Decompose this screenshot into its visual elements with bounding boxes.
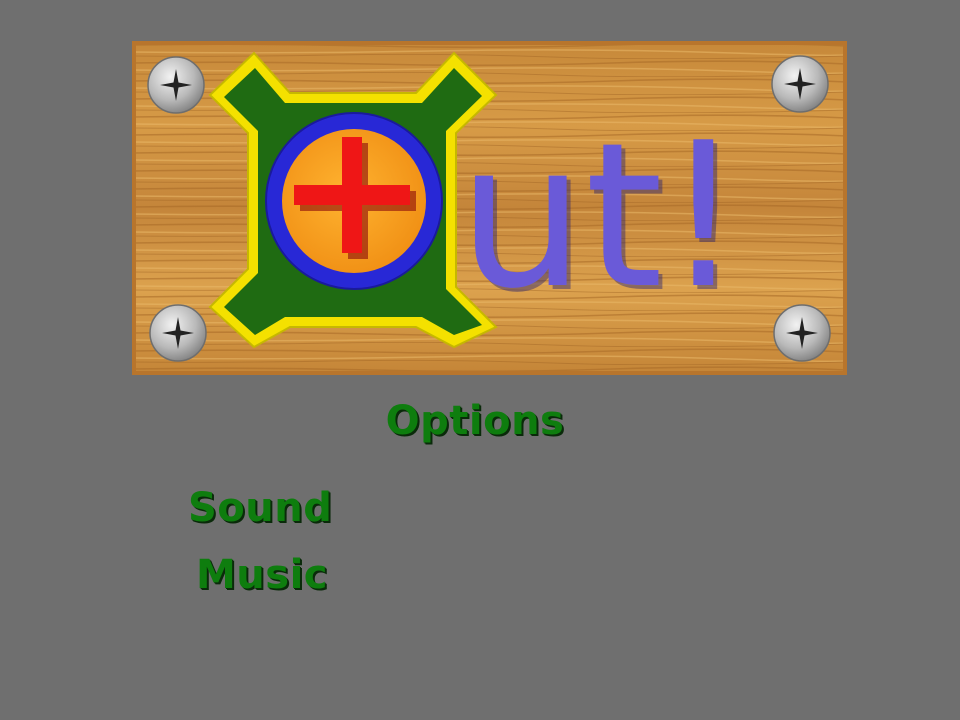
screw-icon (773, 304, 831, 362)
screw-icon (149, 304, 207, 362)
menu-title: Options (385, 398, 565, 444)
emblem-icon (208, 51, 498, 349)
menu-item-sound[interactable]: Sound (188, 485, 332, 531)
game-logo: ut! ut! (132, 41, 847, 375)
menu-item-music[interactable]: Music (196, 552, 328, 598)
screw-icon (147, 56, 205, 114)
screw-icon (771, 55, 829, 113)
logo-text: ut! (458, 100, 743, 333)
logo-graphic: ut! ut! (132, 41, 847, 375)
